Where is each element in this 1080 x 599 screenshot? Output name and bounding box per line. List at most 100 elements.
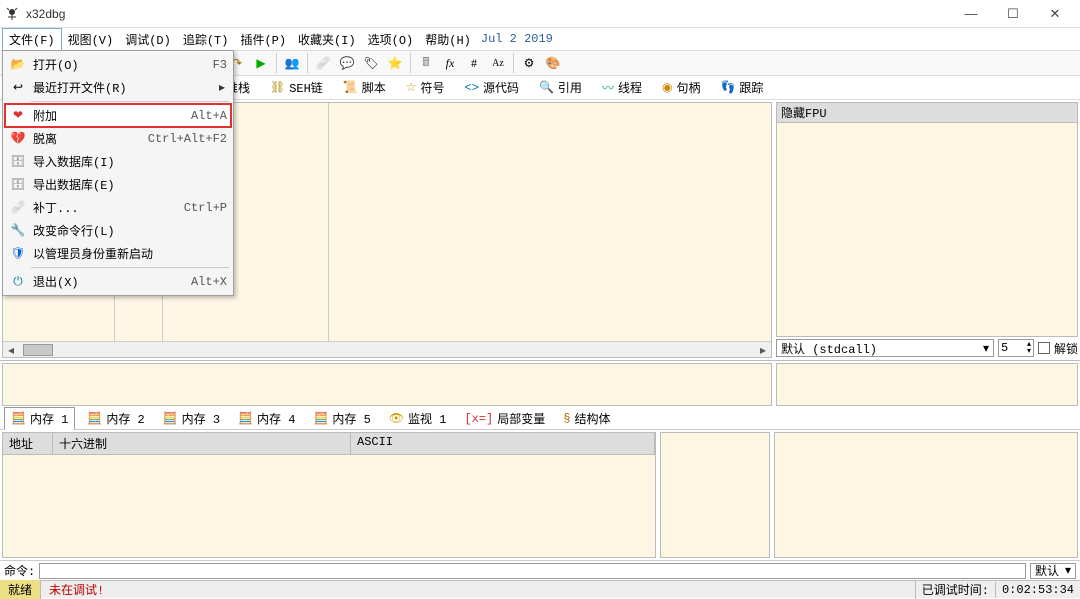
scroll-right-icon[interactable]: ▸	[755, 343, 771, 357]
menubar: 文件(F) 视图(V) 调试(D) 追踪(T) 插件(P) 收藏夹(I) 选项(…	[0, 28, 1080, 50]
horizontal-scrollbar[interactable]: ◂ ▸	[3, 341, 771, 357]
menu-separator	[31, 267, 229, 268]
dump-tab-2[interactable]: 🧮内存 3	[157, 408, 226, 429]
menu-import-db[interactable]: 🗄导入数据库(I)	[5, 150, 231, 173]
minimize-button[interactable]: —	[950, 1, 992, 27]
menu-detach-label: 脱离	[33, 130, 57, 147]
dump-col-ascii[interactable]: ASCII	[351, 433, 655, 454]
tab-icon: 🔍	[539, 80, 554, 95]
argcount-spinner[interactable]: 5 ▴▾	[998, 339, 1034, 357]
menu-trace[interactable]: 追踪(T)	[177, 29, 235, 50]
broken-heart-icon: 💔	[9, 131, 27, 146]
toolbar-patch-icon[interactable]: 🩹	[312, 52, 334, 74]
tab-9[interactable]: 〰线程	[594, 77, 650, 98]
tab-label: 脚本	[362, 79, 386, 96]
dump-tab-5[interactable]: 👁监视 1	[383, 408, 453, 429]
tab-11[interactable]: 👣跟踪	[712, 77, 771, 98]
patch-icon: 🩹	[9, 200, 27, 215]
menu-exit[interactable]: ⏻退出(X)Alt+X	[5, 270, 231, 293]
toolbar-fx-icon[interactable]: fx	[439, 52, 461, 74]
tab-8[interactable]: 🔍引用	[531, 77, 590, 98]
spinner-arrows-icon[interactable]: ▴▾	[1027, 341, 1031, 355]
menu-help[interactable]: 帮助(H)	[419, 29, 477, 50]
menu-patch[interactable]: 🩹补丁...Ctrl+P	[5, 196, 231, 219]
tab-6[interactable]: ☆符号	[398, 77, 453, 98]
dump-tab-4[interactable]: 🧮内存 5	[307, 408, 376, 429]
menu-options[interactable]: 选项(O)	[362, 29, 420, 50]
toolbar-settings-icon[interactable]: ⚙	[518, 52, 540, 74]
command-mode-dropdown[interactable]: 默认 ▾	[1030, 563, 1076, 579]
dump-right	[658, 430, 1080, 560]
dump-col-addr[interactable]: 地址	[3, 433, 53, 454]
unlock-checkbox[interactable]	[1038, 342, 1050, 354]
toolbar-hash-icon[interactable]: #	[463, 52, 485, 74]
db-export-icon: 🗄	[9, 177, 27, 192]
command-input[interactable]	[39, 563, 1026, 579]
dump-tab-6[interactable]: [x=]局部变量	[458, 408, 551, 429]
menu-separator	[31, 101, 229, 102]
dump-tab-7[interactable]: §结构体	[557, 408, 616, 429]
menu-open[interactable]: 📂打开(O)F3	[5, 53, 231, 76]
callconv-bar: 默认 (stdcall) ▾ 5 ▴▾ 解锁	[776, 339, 1078, 358]
tab-label: 句柄	[676, 79, 700, 96]
toolbar-calc-icon[interactable]: 🖩	[415, 52, 437, 74]
tab-7[interactable]: <>源代码	[457, 77, 527, 98]
mid-panels	[0, 360, 1080, 408]
tab-10[interactable]: ◉ 句柄	[654, 77, 709, 98]
menu-detach-shortcut: Ctrl+Alt+F2	[148, 132, 227, 146]
menu-export-db[interactable]: 🗄导出数据库(E)	[5, 173, 231, 196]
menu-recent-label: 最近打开文件(R)	[33, 79, 127, 96]
registers-pane: 隐藏FPU 默认 (stdcall) ▾ 5 ▴▾ 解锁	[776, 102, 1078, 358]
command-mode-value: 默认	[1035, 562, 1059, 579]
tab-label: 符号	[421, 79, 445, 96]
menu-plugins[interactable]: 插件(P)	[234, 29, 292, 50]
tab-icon: ◉	[662, 80, 672, 95]
dump-col-hex[interactable]: 十六进制	[53, 433, 351, 454]
tab-icon: 〰	[602, 79, 614, 96]
menu-file[interactable]: 文件(F)	[2, 28, 62, 50]
callconv-dropdown[interactable]: 默认 (stdcall) ▾	[776, 339, 994, 357]
menu-debug[interactable]: 调试(D)	[119, 29, 177, 50]
dump-tab-1[interactable]: 🧮内存 2	[81, 408, 150, 429]
heart-icon: ❤	[9, 108, 27, 123]
dump-view[interactable]: 地址 十六进制 ASCII	[2, 432, 656, 558]
toolbar-separator	[276, 53, 277, 73]
tab-icon: 📜	[343, 80, 358, 95]
close-button[interactable]: ✕	[1034, 1, 1076, 27]
toolbar-appearance-icon[interactable]: 🎨	[542, 52, 564, 74]
menu-restart-admin[interactable]: 🛡以管理员身份重新启动	[5, 242, 231, 265]
menu-detach[interactable]: 💔 脱离 Ctrl+Alt+F2	[5, 127, 231, 150]
menu-patch-label: 补丁...	[33, 199, 79, 216]
toolbar-label-icon[interactable]: 🏷	[360, 52, 382, 74]
tab-4[interactable]: ⛓SEH链	[262, 77, 331, 98]
menu-favorites[interactable]: 收藏夹(I)	[292, 29, 362, 50]
menu-attach[interactable]: ❤附加Alt+A	[5, 104, 231, 127]
toolbar-az-icon[interactable]: Az	[487, 52, 509, 74]
maximize-button[interactable]: ☐	[992, 1, 1034, 27]
dump-tab-3[interactable]: 🧮内存 4	[232, 408, 301, 429]
menu-attach-label: 附加	[33, 107, 57, 124]
stack-view[interactable]	[774, 432, 1078, 558]
watch-panel[interactable]	[660, 432, 770, 558]
fpu-header[interactable]: 隐藏FPU	[777, 103, 1077, 123]
build-date: Jul 2 2019	[477, 32, 553, 46]
menu-view[interactable]: 视图(V)	[62, 29, 120, 50]
scroll-thumb[interactable]	[23, 344, 53, 356]
scroll-left-icon[interactable]: ◂	[3, 343, 19, 357]
info-panel[interactable]	[2, 363, 772, 406]
dump-tab-0[interactable]: 🧮内存 1	[4, 407, 75, 430]
tab-label: SEH链	[289, 79, 323, 96]
submenu-arrow-icon: ▸	[219, 80, 225, 95]
toolbar-runto-icon[interactable]: ▶	[250, 52, 272, 74]
dump-tab-icon: 👁	[389, 411, 404, 426]
toolbar-comment-icon[interactable]: 💬	[336, 52, 358, 74]
tab-5[interactable]: 📜 脚本	[335, 77, 394, 98]
menu-change-cmdline[interactable]: 🔧改变命令行(L)	[5, 219, 231, 242]
shield-icon: 🛡	[9, 246, 27, 261]
toolbar-bookmark-icon[interactable]: ⭐	[384, 52, 406, 74]
menu-recent[interactable]: ↩最近打开文件(R)▸	[5, 76, 231, 99]
toolbar-scylla-icon[interactable]: 👥	[281, 52, 303, 74]
stack-panel[interactable]	[776, 363, 1078, 406]
callconv-value: 默认 (stdcall)	[781, 340, 877, 357]
fpu-panel[interactable]: 隐藏FPU	[776, 102, 1078, 337]
